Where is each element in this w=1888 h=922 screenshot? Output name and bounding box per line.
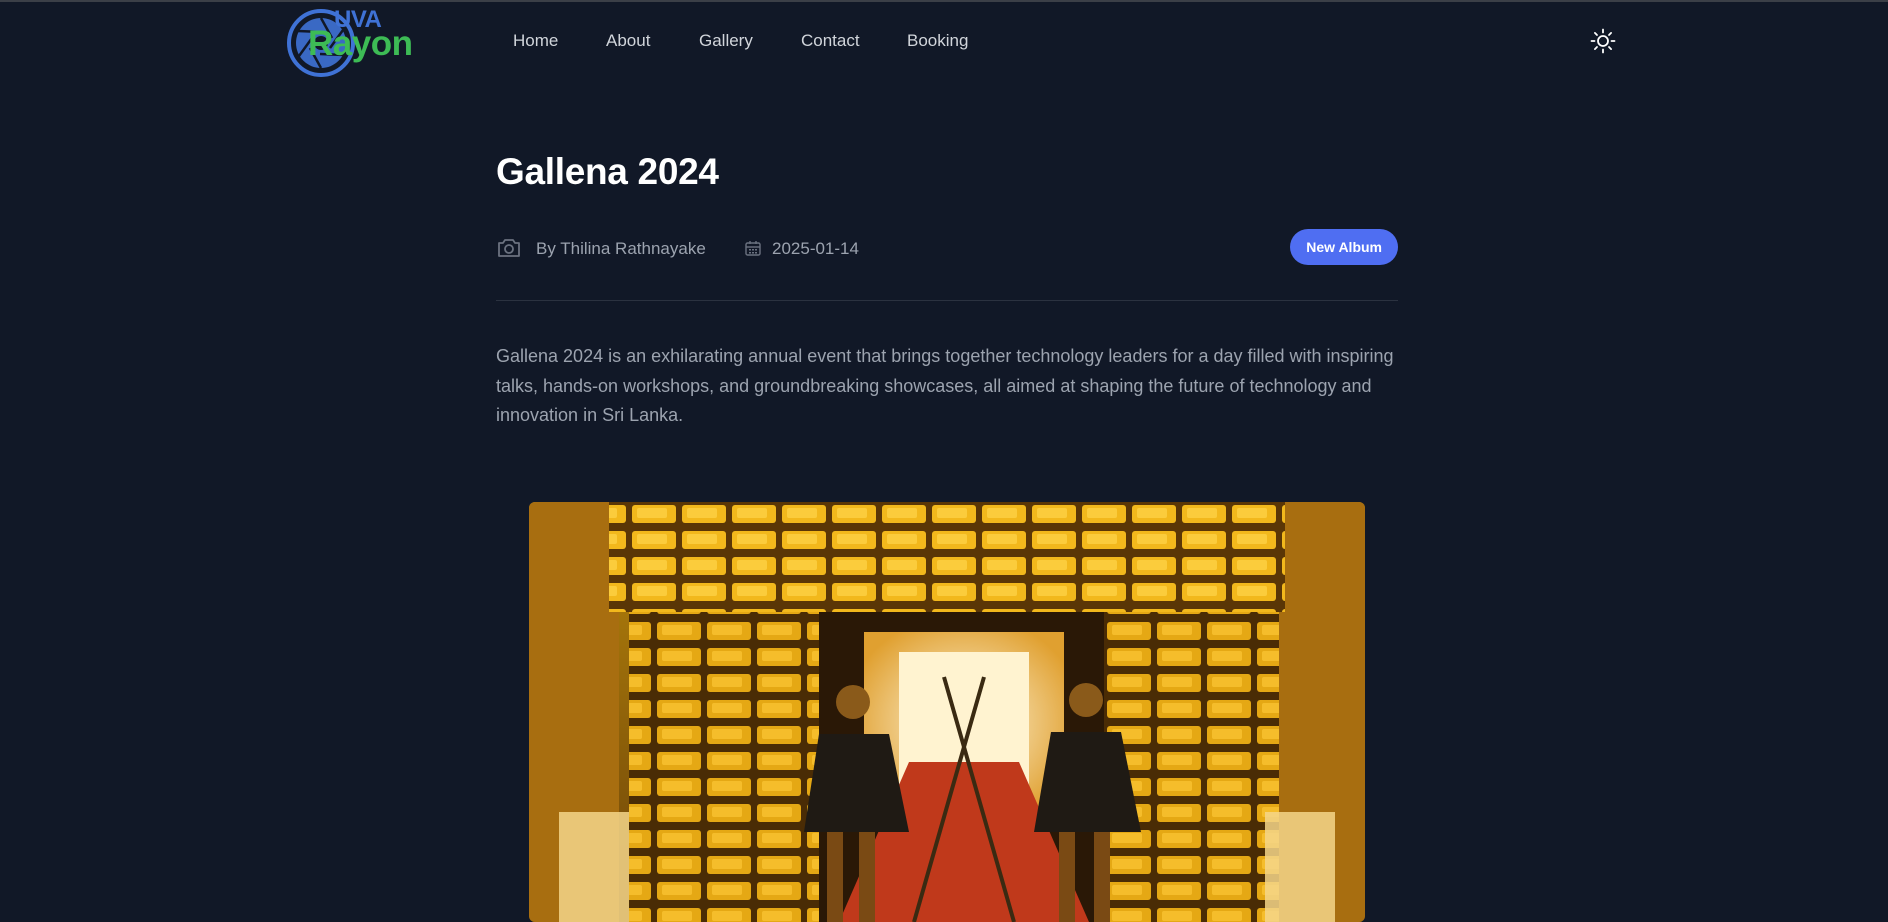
nav-gallery[interactable]: Gallery [699,32,753,49]
page-title: Gallena 2024 [496,151,719,192]
nav-about[interactable]: About [606,32,650,49]
new-album-badge: New Album [1290,229,1398,265]
divider [496,300,1398,301]
article-meta: By Thilina Rathnayake 2025-01-14 New Alb… [496,229,1398,268]
publish-date: 2025-01-14 [772,239,859,258]
event-entrance-image [529,502,1365,922]
theme-toggle-button[interactable] [1589,27,1617,55]
album-description: Gallena 2024 is an exhilarating annual e… [496,346,1394,425]
nav-booking[interactable]: Booking [907,32,968,49]
nav-home[interactable]: Home [513,32,558,49]
logo-text-rayon: Rayon [308,24,413,63]
sun-icon [1590,28,1616,54]
nav-contact[interactable]: Contact [801,32,860,49]
author-name: By Thilina Rathnayake [536,239,706,258]
album-cover-photo[interactable] [529,502,1365,922]
site-logo[interactable]: UVA Rayon [286,8,414,78]
calendar-icon [745,241,761,256]
camera-icon [498,239,520,257]
window-top-border [0,0,1888,2]
